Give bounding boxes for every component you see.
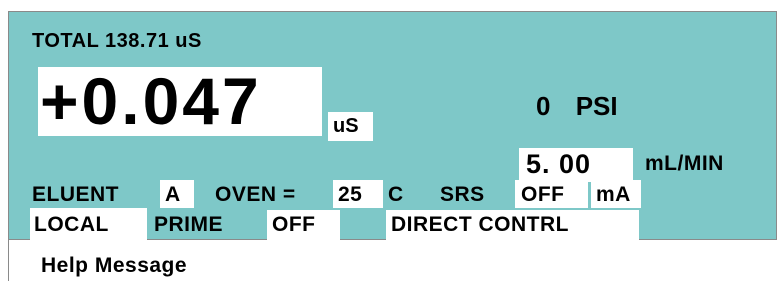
reading-value: +0.047 xyxy=(40,64,262,138)
srs-label: SRS xyxy=(440,183,485,206)
srs-unit: mA xyxy=(596,183,631,206)
eluent-value[interactable]: A xyxy=(165,184,181,205)
total-value: 138.71 xyxy=(105,30,170,52)
frame-edge xyxy=(8,240,9,281)
flow-value[interactable]: 5. 00 xyxy=(526,151,591,178)
pressure-value: 0 xyxy=(536,91,551,121)
control-mode[interactable]: DIRECT CONTRL xyxy=(391,214,569,235)
total-unit: uS xyxy=(175,30,202,52)
pressure-unit: PSI xyxy=(575,91,618,121)
prime-value[interactable]: OFF xyxy=(272,214,316,235)
oven-unit: C xyxy=(388,183,404,206)
total-label: TOTAL xyxy=(32,30,99,52)
eluent-label: ELUENT xyxy=(32,183,119,206)
oven-value[interactable]: 25 xyxy=(338,184,362,205)
local-mode[interactable]: LOCAL xyxy=(34,214,109,235)
oven-label: OVEN = xyxy=(215,183,296,206)
srs-value[interactable]: OFF xyxy=(521,184,565,205)
flow-unit: mL/MIN xyxy=(645,152,724,175)
reading-unit: uS xyxy=(333,115,359,137)
pressure-readout: 0 PSI xyxy=(536,93,618,119)
total-conductivity: TOTAL 138.71 uS xyxy=(32,31,202,51)
prime-label: PRIME xyxy=(154,213,224,236)
help-message[interactable]: Help Message xyxy=(41,255,187,276)
